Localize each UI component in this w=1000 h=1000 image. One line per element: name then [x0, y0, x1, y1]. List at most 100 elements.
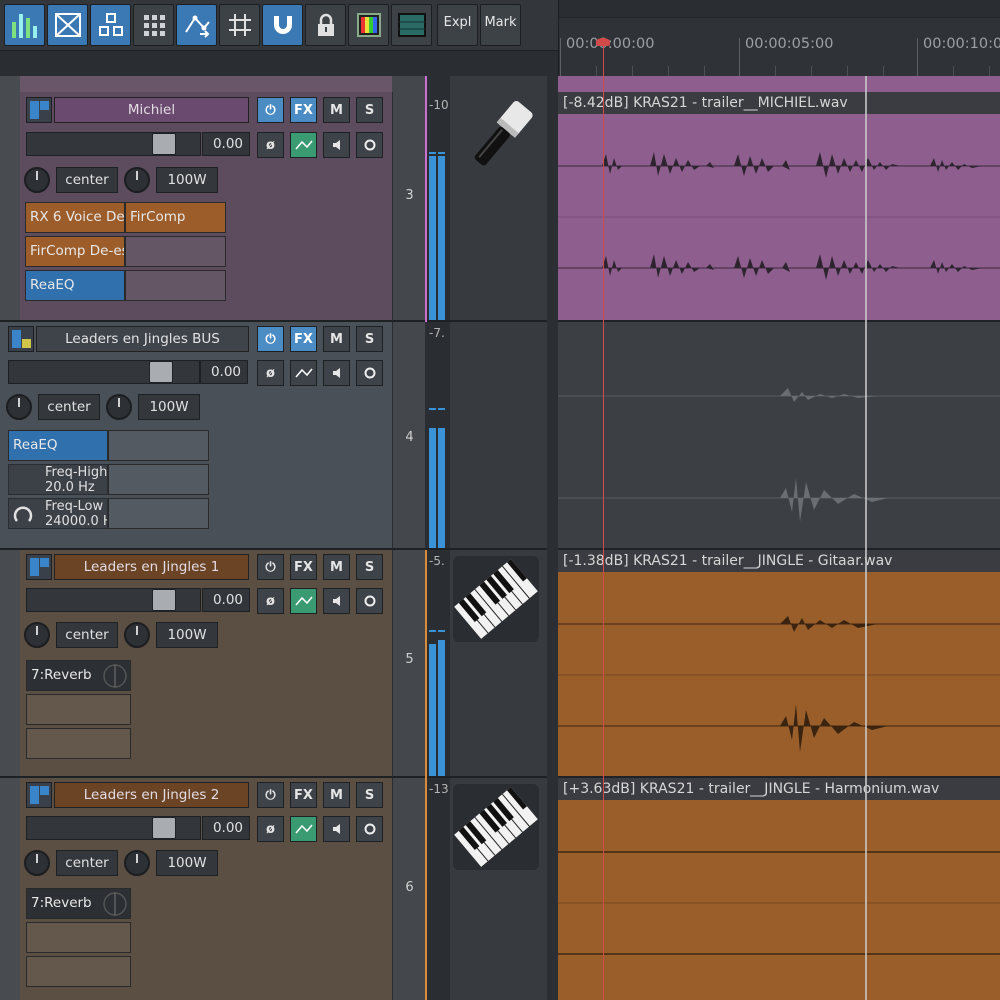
power-icon[interactable]: ⏻ [257, 97, 284, 123]
folder-icon[interactable] [8, 326, 34, 352]
width-value[interactable]: 100W [156, 850, 218, 876]
volume-value[interactable]: 0.00 [200, 360, 248, 384]
mixer-icon[interactable] [4, 4, 45, 46]
speaker-icon[interactable] [323, 588, 350, 614]
fx-slot[interactable]: RX 6 Voice De- [25, 202, 125, 233]
solo-button[interactable]: S [356, 554, 383, 580]
mute-button[interactable]: M [323, 326, 350, 352]
grid-icon[interactable] [219, 4, 260, 46]
width-knob[interactable] [124, 167, 150, 193]
crossfade-icon[interactable] [47, 4, 88, 46]
track-number-cell[interactable]: 6 [392, 778, 425, 1000]
send-slot[interactable]: 7:Reverb [26, 888, 131, 919]
fx-slot-empty[interactable] [125, 270, 226, 301]
magnet-icon[interactable] [262, 4, 303, 46]
fx-param[interactable]: Freq-High 20.0 Hz [8, 464, 108, 495]
volume-value[interactable]: 0.00 [202, 132, 250, 156]
track-icon-cell[interactable] [450, 778, 547, 1000]
divider-column[interactable] [547, 76, 558, 1000]
width-knob[interactable] [124, 850, 150, 876]
solo-button[interactable]: S [356, 326, 383, 352]
width-value[interactable]: 100W [138, 394, 200, 420]
media-item-label[interactable]: [+3.63dB] KRAS21 - trailer__JINGLE - Har… [558, 778, 1000, 800]
pan-value[interactable]: center [38, 394, 100, 420]
track-number-cell[interactable]: 5 [392, 550, 425, 778]
folder-icon[interactable] [26, 554, 52, 580]
track-icon-cell[interactable] [450, 92, 547, 322]
fx-button[interactable]: FX [290, 554, 317, 580]
volume-fader[interactable] [26, 816, 201, 840]
mute-button[interactable]: M [323, 554, 350, 580]
lock-icon[interactable] [305, 4, 346, 46]
explorer-button[interactable]: Expl [437, 4, 478, 46]
fx-button[interactable]: FX [290, 326, 317, 352]
ruler-region-lane[interactable] [559, 0, 1000, 18]
play-cursor-head[interactable] [596, 38, 610, 46]
track-number-cell[interactable]: 4 [392, 322, 425, 550]
phase-icon[interactable]: ø [257, 588, 284, 614]
pan-knob[interactable] [24, 167, 50, 193]
grid-dots-icon[interactable] [133, 4, 174, 46]
track-5-lane[interactable]: [-1.38dB] KRAS21 - trailer__JINGLE - Git… [558, 550, 1000, 778]
pan-knob[interactable] [6, 394, 32, 420]
fx-slot-empty[interactable] [108, 464, 209, 495]
volume-fader[interactable] [26, 132, 201, 156]
power-icon[interactable]: ⏻ [257, 326, 284, 352]
pan-knob[interactable] [24, 850, 50, 876]
solo-button[interactable]: S [356, 97, 383, 123]
envelope-icon[interactable] [290, 360, 317, 386]
pan-value[interactable]: center [56, 167, 118, 193]
phase-icon[interactable]: ø [257, 816, 284, 842]
marker-button[interactable]: Mark [480, 4, 521, 46]
track-5-panel[interactable]: Leaders en Jingles 1 ⏻ FX M S 0.00 ø cen… [20, 550, 392, 778]
speaker-icon[interactable] [323, 816, 350, 842]
send-slot[interactable]: 7:Reverb [26, 660, 131, 691]
phase-icon[interactable]: ø [257, 132, 284, 158]
track-6-lane[interactable]: [+3.63dB] KRAS21 - trailer__JINGLE - Har… [558, 778, 1000, 1000]
envelope-icon[interactable] [176, 4, 217, 46]
envelope-icon[interactable] [290, 588, 317, 614]
fx-slot[interactable]: FirComp [125, 202, 226, 233]
track-name[interactable]: Leaders en Jingles 1 [54, 554, 249, 580]
fx-slot[interactable]: ReaEQ [25, 270, 125, 301]
track-name[interactable]: Michiel [54, 97, 249, 123]
media-item-waveform[interactable] [558, 114, 1000, 320]
fader-handle[interactable] [152, 133, 176, 155]
fx-slot-empty[interactable] [108, 498, 209, 529]
media-item-waveform[interactable] [558, 800, 1000, 1000]
folder-icon[interactable] [26, 782, 52, 808]
fx-param[interactable]: Freq-Low 24000.0 H [8, 498, 108, 529]
media-item-waveform[interactable] [558, 572, 1000, 776]
envelope-icon[interactable] [290, 132, 317, 158]
mute-button[interactable]: M [323, 97, 350, 123]
send-slot-empty[interactable] [26, 956, 131, 987]
record-arm-icon[interactable] [356, 360, 383, 386]
fx-button[interactable]: FX [290, 97, 317, 123]
power-icon[interactable]: ⏻ [257, 782, 284, 808]
fx-slot[interactable]: FirComp De-es [25, 236, 125, 267]
track-4-panel[interactable]: Leaders en Jingles BUS ⏻ FX M S 0.00 ø c… [0, 322, 392, 550]
phase-icon[interactable]: ø [257, 360, 284, 386]
track-3-lane[interactable]: [-8.42dB] KRAS21 - trailer__MICHIEL.wav [558, 92, 1000, 322]
volume-fader[interactable] [8, 360, 200, 384]
track-icon-cell[interactable] [450, 322, 547, 550]
track-name[interactable]: Leaders en Jingles BUS [36, 326, 249, 352]
width-knob[interactable] [106, 394, 132, 420]
play-cursor[interactable] [603, 38, 604, 1000]
pan-knob[interactable] [24, 622, 50, 648]
fader-handle[interactable] [152, 589, 176, 611]
track-6-panel[interactable]: Leaders en Jingles 2 ⏻ FX M S 0.00 ø cen… [20, 778, 392, 1000]
media-item-label[interactable]: [-8.42dB] KRAS21 - trailer__MICHIEL.wav [558, 92, 1000, 114]
fx-button[interactable]: FX [290, 782, 317, 808]
power-icon[interactable]: ⏻ [257, 554, 284, 580]
width-value[interactable]: 100W [156, 167, 218, 193]
speaker-icon[interactable] [323, 132, 350, 158]
record-arm-icon[interactable] [356, 132, 383, 158]
send-slot-empty[interactable] [26, 922, 131, 953]
width-value[interactable]: 100W [156, 622, 218, 648]
volume-value[interactable]: 0.00 [202, 816, 250, 840]
track-4-lane[interactable] [558, 322, 1000, 550]
fx-slot-empty[interactable] [108, 430, 209, 461]
media-item-label[interactable]: [-1.38dB] KRAS21 - trailer__JINGLE - Git… [558, 550, 1000, 572]
pan-value[interactable]: center [56, 622, 118, 648]
